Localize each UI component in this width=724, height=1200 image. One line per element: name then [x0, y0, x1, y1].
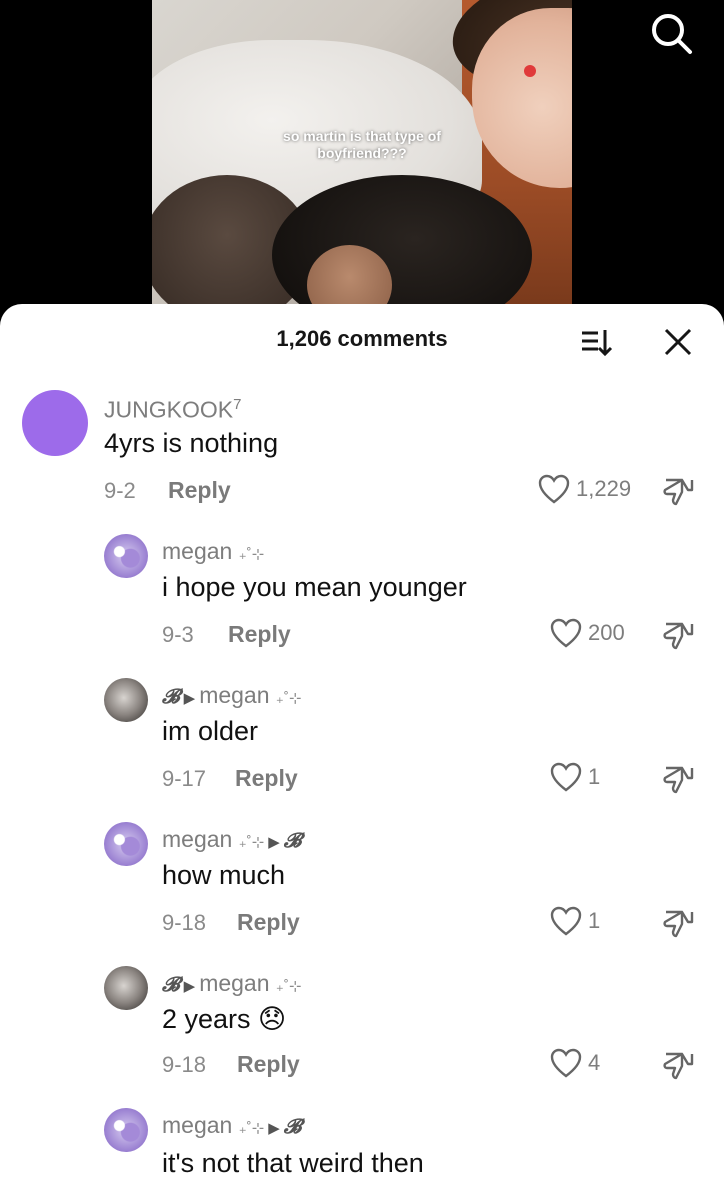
like-count: 1: [588, 764, 601, 789]
sort-button[interactable]: [578, 324, 614, 360]
reply-arrow-icon: ▶: [268, 834, 280, 851]
dislike-button[interactable]: [662, 620, 694, 652]
reply-button[interactable]: Reply: [237, 909, 300, 936]
reply-arrow-icon: ▶: [268, 1120, 280, 1137]
like-count: 4: [588, 1050, 601, 1075]
comment-username[interactable]: megan ₊˚⊹: [162, 538, 264, 565]
dislike-button[interactable]: [662, 764, 694, 796]
like-button[interactable]: 1,229: [538, 474, 631, 504]
like-button[interactable]: 1: [550, 762, 600, 792]
heart-icon: [550, 906, 582, 936]
comment-date: 9-2: [104, 478, 136, 503]
thumbs-down-icon: [663, 478, 694, 506]
username-text: JUNGKOOK: [104, 396, 234, 423]
video-caption-line: boyfriend???: [317, 145, 407, 161]
avatar[interactable]: [104, 966, 148, 1010]
avatar[interactable]: [104, 822, 148, 866]
username-text: megan: [162, 826, 233, 852]
username-text: megan: [162, 1112, 233, 1138]
reply-button[interactable]: Reply: [237, 1051, 300, 1078]
thumbs-down-icon: [663, 622, 694, 650]
search-button[interactable]: [648, 10, 696, 58]
comment-text: i hope you mean younger: [162, 572, 467, 602]
reply-to-username: megan: [199, 682, 270, 708]
comment-count: 1,206 comments: [276, 326, 448, 351]
comment-text: how much: [162, 860, 286, 890]
username-decoration: ₊˚⊹: [238, 546, 265, 563]
video-figure: [524, 65, 536, 77]
comments-sheet: 1,206 comments JUNGKOOK7 4yrs is nothing…: [0, 304, 724, 1200]
dislike-button[interactable]: [662, 476, 694, 508]
avatar[interactable]: [22, 390, 88, 456]
dislike-button[interactable]: [662, 1050, 694, 1082]
reply-button[interactable]: Reply: [168, 477, 231, 504]
comment-text: im older: [162, 716, 259, 746]
thumbs-down-icon: [663, 1052, 694, 1080]
thumbs-down-icon: [663, 766, 694, 794]
reply-button[interactable]: Reply: [235, 765, 298, 792]
avatar[interactable]: [104, 1108, 148, 1152]
comment-date: 9-17: [162, 766, 207, 791]
comment-username[interactable]: 𝓑 ▶ megan ₊˚⊹: [162, 682, 301, 709]
like-button[interactable]: 4: [550, 1048, 600, 1078]
comment-date: 9-18: [162, 910, 207, 935]
username-text: 𝓑: [162, 684, 180, 708]
comment-text: 2 years 😞: [162, 1004, 287, 1034]
like-count: 200: [588, 620, 625, 645]
like-count: 1,229: [576, 476, 632, 501]
video-caption-line: so martin is that type of: [283, 128, 441, 144]
heart-icon: [550, 762, 582, 792]
dislike-button[interactable]: [662, 908, 694, 940]
comment-username[interactable]: megan ₊˚⊹ ▶ 𝓑: [162, 1112, 301, 1139]
heart-icon: [538, 474, 570, 504]
video-caption: so martin is that type of boyfriend???: [152, 128, 572, 162]
close-icon: [664, 328, 692, 356]
heart-icon: [550, 618, 582, 648]
heart-icon: [550, 1048, 582, 1078]
reply-to-username: megan: [199, 970, 270, 996]
like-count: 1: [588, 908, 601, 933]
reply-arrow-icon: ▶: [183, 978, 196, 995]
close-button[interactable]: [660, 324, 696, 360]
username-decoration: ₊˚⊹: [275, 690, 302, 707]
comment-username[interactable]: 𝓑 ▶ megan ₊˚⊹: [162, 970, 301, 997]
username-text: megan: [162, 538, 233, 564]
comment-username[interactable]: megan ₊˚⊹ ▶ 𝓑: [162, 826, 301, 853]
username-text: 𝓑: [162, 972, 180, 996]
avatar[interactable]: [104, 678, 148, 722]
comment-username[interactable]: JUNGKOOK7: [104, 396, 241, 424]
reply-to-username: 𝓑: [283, 828, 302, 852]
like-button[interactable]: 1: [550, 906, 600, 936]
username-decoration: ₊˚⊹: [238, 834, 265, 851]
reply-to-username: 𝓑: [283, 1114, 302, 1138]
username-superscript: 7: [233, 396, 242, 413]
thumbs-down-icon: [663, 910, 694, 938]
search-icon: [652, 14, 692, 54]
comment-text: 4yrs is nothing: [104, 428, 279, 458]
username-decoration: ₊˚⊹: [275, 978, 302, 995]
comment-date: 9-3: [162, 622, 194, 647]
sort-icon: [582, 330, 613, 357]
avatar[interactable]: [104, 534, 148, 578]
like-button[interactable]: 200: [550, 618, 625, 648]
reply-arrow-icon: ▶: [183, 690, 196, 707]
reply-button[interactable]: Reply: [228, 621, 291, 648]
comment-date: 9-18: [162, 1052, 207, 1077]
username-decoration: ₊˚⊹: [238, 1120, 265, 1137]
comment-text: it's not that weird then: [162, 1148, 424, 1178]
